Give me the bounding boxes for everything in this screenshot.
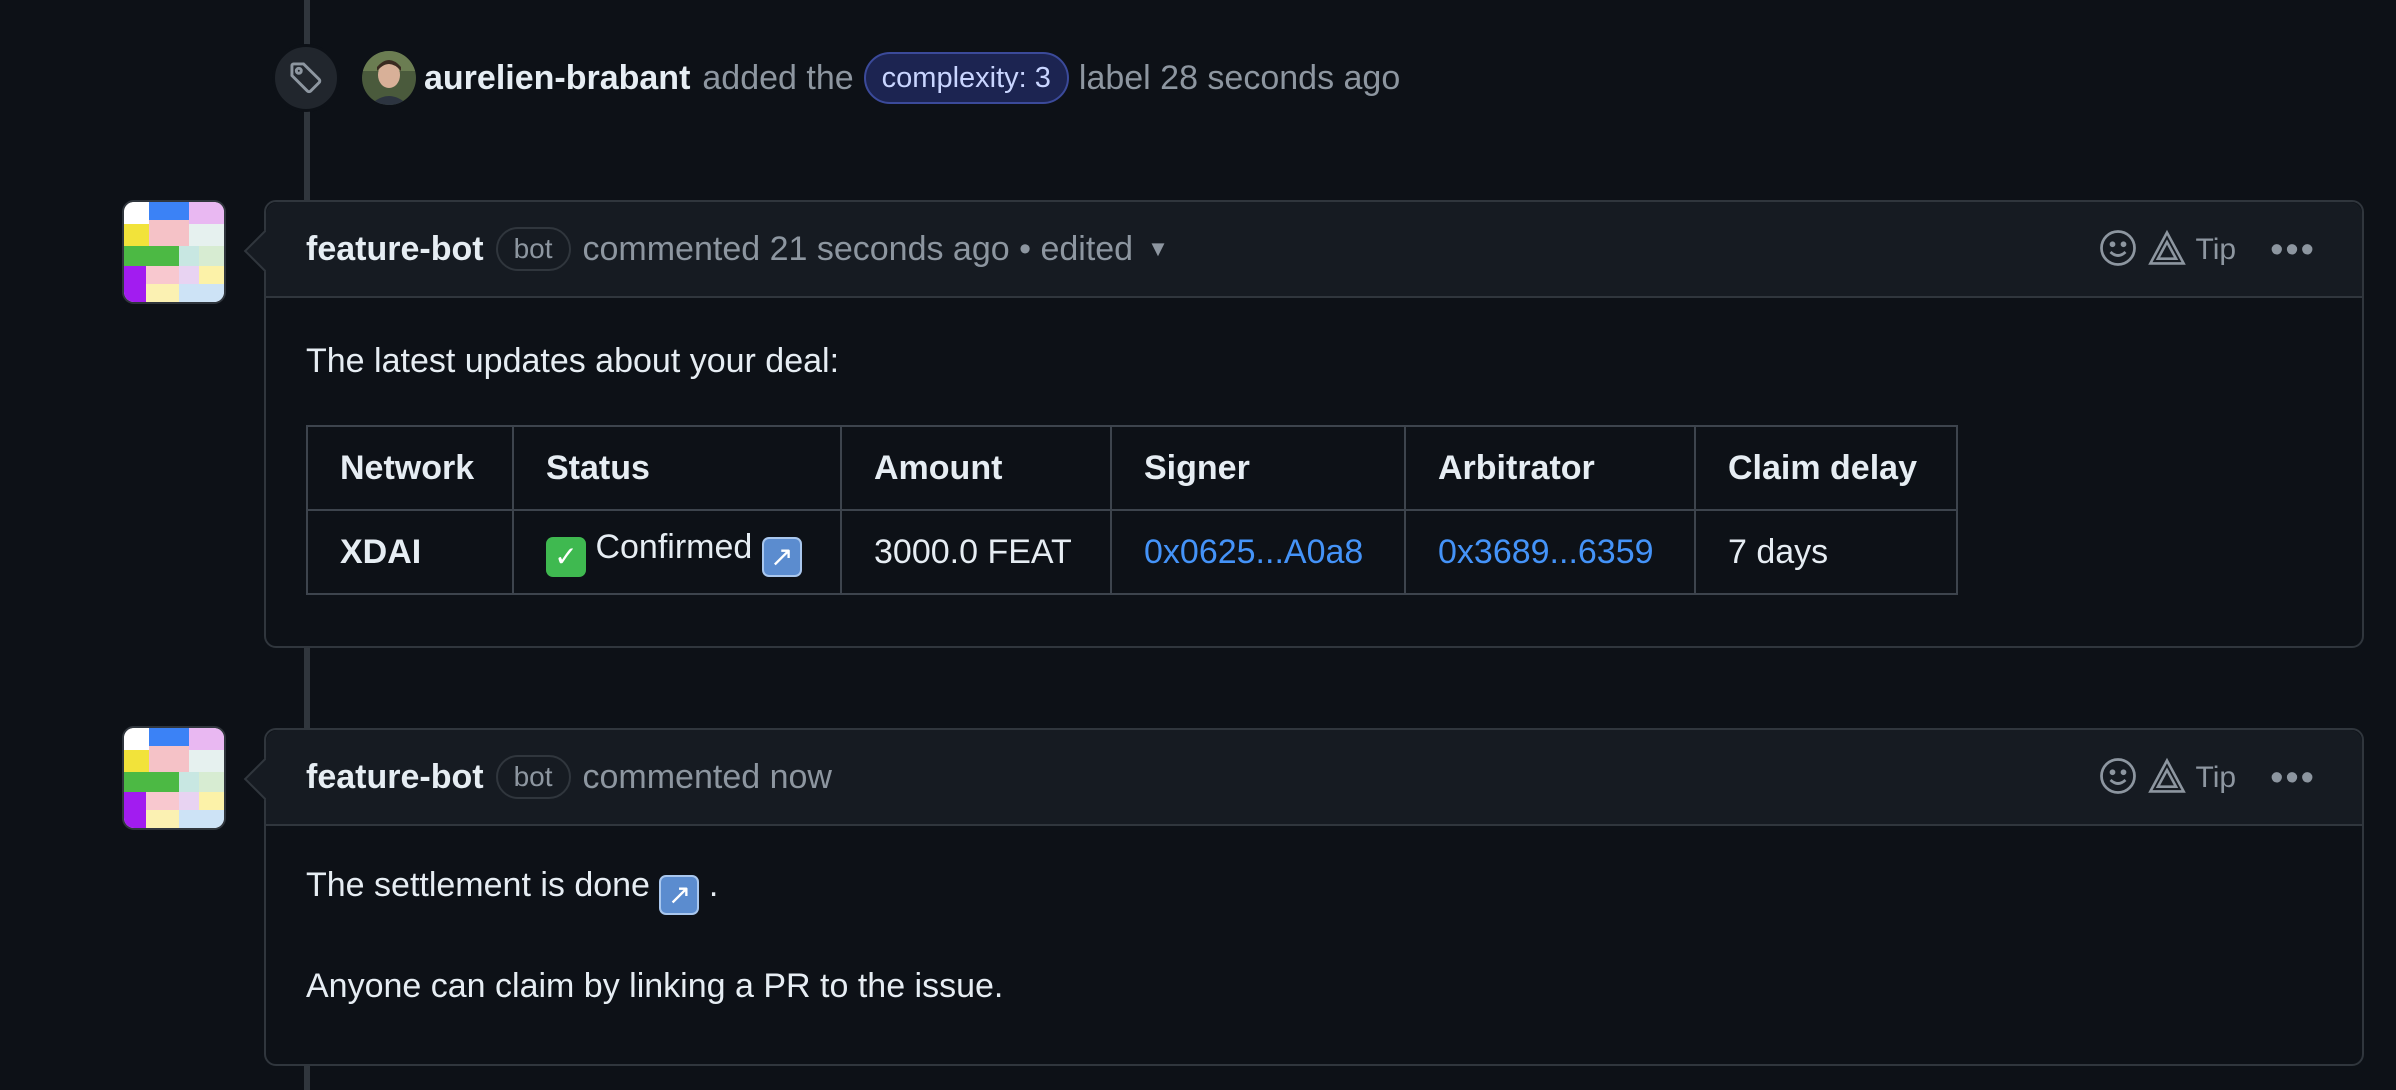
cell-network: XDAI — [306, 509, 514, 595]
deal-table: Network Status Amount Signer Arbitrator … — [306, 425, 1958, 595]
comment-actions: Tip ••• — [2098, 730, 2316, 826]
check-icon: ✓ — [546, 536, 586, 577]
event-text: aurelien-brabant added the complexity: 3… — [424, 52, 1410, 104]
tip-button[interactable]: Tip — [2196, 761, 2237, 795]
comment-author-link[interactable]: feature-bot — [306, 758, 484, 797]
external-link-icon[interactable]: ↗ — [761, 536, 802, 577]
claim-instructions: Anyone can claim by linking a PR to the … — [306, 967, 1004, 1005]
comment-card: feature-bot bot commented 21 seconds ago… — [264, 200, 2364, 648]
th-network: Network — [306, 425, 514, 511]
settlement-period: . — [708, 866, 719, 904]
label-event: aurelien-brabant added the complexity: 3… — [272, 44, 1410, 112]
table-row: XDAI ✓ Confirmed ↗ 3000.0 FEAT 0x0625...… — [306, 509, 1958, 595]
bot-avatar[interactable] — [122, 726, 226, 830]
event-author-link[interactable]: aurelien-brabant — [424, 59, 690, 98]
bot-badge: bot — [495, 227, 571, 271]
th-amount: Amount — [840, 425, 1112, 511]
th-status: Status — [512, 425, 842, 511]
comment-header: feature-bot bot commented 21 seconds ago… — [266, 202, 2362, 298]
th-arbitrator: Arbitrator — [1404, 425, 1696, 511]
event-timestamp: label 28 seconds ago — [1078, 58, 1401, 97]
smiley-icon[interactable] — [2098, 228, 2138, 273]
bot-avatar[interactable] — [122, 200, 226, 304]
settlement-line: The settlement is done ↗ . — [306, 866, 2322, 915]
comment-body: The latest updates about your deal: Netw… — [266, 298, 2362, 635]
cell-status: ✓ Confirmed ↗ — [512, 509, 842, 595]
tag-icon — [272, 44, 340, 112]
timeline-page: aurelien-brabant added the complexity: 3… — [0, 0, 2396, 1090]
label-complexity[interactable]: complexity: 3 — [863, 52, 1069, 104]
tip-icon[interactable] — [2147, 229, 2186, 272]
comment-actions: Tip ••• — [2098, 202, 2316, 298]
comment-meta[interactable]: commented 21 seconds ago • edited — [583, 230, 1134, 269]
comment-body: The settlement is done ↗ . Anyone can cl… — [266, 826, 2362, 1046]
th-signer: Signer — [1110, 425, 1406, 511]
table-header-row: Network Status Amount Signer Arbitrator … — [306, 425, 1958, 511]
cell-claim-delay: 7 days — [1694, 509, 1958, 595]
kebab-horizontal-icon[interactable]: ••• — [2270, 757, 2316, 800]
chevron-down-icon[interactable]: ▼ — [1147, 236, 1169, 262]
comment-meta[interactable]: commented now — [583, 758, 832, 797]
cell-amount: 3000.0 FEAT — [840, 509, 1112, 595]
tip-icon[interactable] — [2147, 757, 2186, 800]
th-claim-delay: Claim delay — [1694, 425, 1958, 511]
comment-header: feature-bot bot commented now Tip ••• — [266, 730, 2362, 826]
comment-card: feature-bot bot commented now Tip ••• Th… — [264, 728, 2364, 1066]
signer-link[interactable]: 0x0625...A0a8 — [1110, 509, 1406, 595]
bot-badge: bot — [495, 755, 571, 799]
kebab-horizontal-icon[interactable]: ••• — [2270, 229, 2316, 272]
tip-button[interactable]: Tip — [2196, 233, 2237, 267]
comment-intro: The latest updates about your deal: — [306, 342, 840, 380]
arbitrator-link[interactable]: 0x3689...6359 — [1404, 509, 1696, 595]
avatar[interactable] — [362, 51, 416, 105]
status-text: Confirmed — [595, 527, 753, 566]
smiley-icon[interactable] — [2098, 756, 2138, 801]
event-verb: added the — [702, 58, 854, 97]
external-link-icon[interactable]: ↗ — [659, 875, 700, 915]
comment-author-link[interactable]: feature-bot — [306, 230, 484, 269]
settlement-text: The settlement is done — [306, 866, 650, 904]
